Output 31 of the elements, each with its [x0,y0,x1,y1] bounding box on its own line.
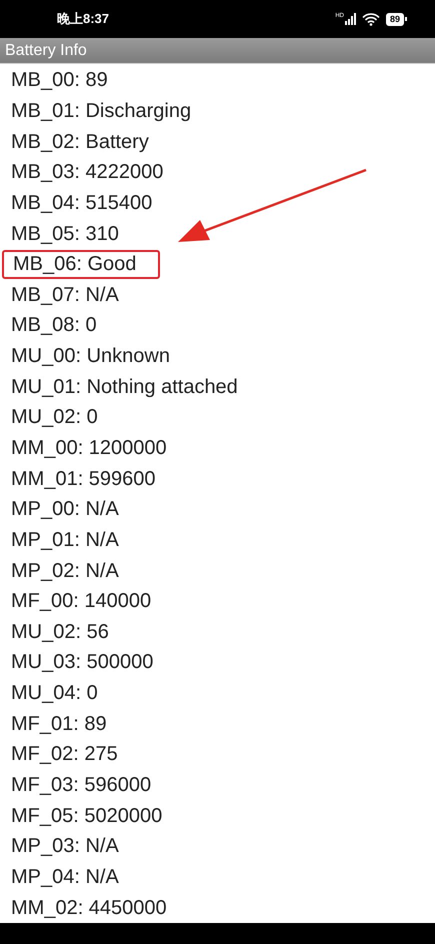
info-line: MF_02: 275 [10,742,118,768]
info-line: MF_05: 5020000 [10,804,162,829]
info-line: MB_05: 310 [10,222,119,247]
info-line: MP_04: N/A [10,864,119,890]
info-line: MU_02: 0 [10,405,98,430]
info-line: MM_01: 599600 [10,466,156,492]
wifi-icon [362,12,380,26]
info-line: MB_08: 0 [10,313,97,338]
info-line: MF_01: 89 [10,712,107,737]
info-line: MB_04: 515400 [10,190,152,216]
info-line: MF_00: 140000 [10,589,152,614]
info-line: MB_07: N/A [10,282,119,308]
info-line: MB_03: 4222000 [10,160,164,186]
battery-icon: 89 [386,12,407,26]
info-line: MB_02: Battery [10,130,149,155]
window-title: Battery Info [5,40,87,60]
status-time: 晚上8:37 [57,10,110,28]
info-line: MU_01: Nothing attached [10,374,238,400]
info-line: MF_03: 596000 [10,773,152,798]
info-line: MP_02: N/A [10,558,119,584]
info-line: MU_04: 0 [10,681,98,706]
info-line: MB_01: Discharging [10,98,192,124]
info-line: MU_02: 56 [10,620,109,645]
info-line: MB_00: 89 [10,68,108,94]
info-line: MP_03: N/A [10,834,119,860]
info-line: MP_00: N/A [10,497,119,522]
info-line: MU_03: 500000 [10,650,154,676]
info-line: MU_00: Unknown [10,344,170,370]
info-line: MM_02: 4450000 [10,896,167,921]
info-line: MM_00: 1200000 [10,436,167,461]
info-line: MP_01: N/A [10,528,119,553]
